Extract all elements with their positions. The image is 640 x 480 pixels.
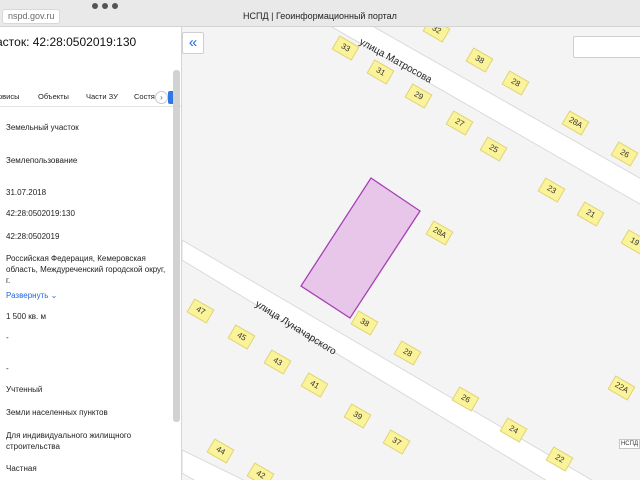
double-chevron-left-icon: « [188,34,198,51]
chevron-down-icon[interactable]: ⌄ [51,291,58,300]
map-search-input[interactable] [573,36,640,58]
map-view[interactable]: улица Матросова улица Луначарского 33 32… [182,27,640,480]
expand-link[interactable]: Развернуть [6,291,48,300]
parcel-title: астoк: 42:28:0502019:130 [0,35,137,49]
field-registration-date: 31.07.2018 [6,188,47,197]
parcel-polygon[interactable] [300,177,421,319]
browser-bar: nspd.gov.ru НСПД | Геоинформационный пор… [0,0,640,27]
window-title: НСПД | Геоинформационный портал [243,11,397,21]
field-permitted-use: Для индивидуального жилищного строительс… [6,431,132,451]
field-object-type: Земельный участок [6,123,79,132]
info-tabs: рвисы Объекты Части ЗУ Состя › [0,89,181,107]
field-ownership: Частная [6,464,37,473]
tab-services[interactable]: рвисы [0,92,20,101]
field-address: Российская Федерация, Кемеровская област… [6,254,166,285]
field-value-empty-2: - [6,364,9,373]
field-status: Учтенный [6,385,43,394]
window-controls [92,0,142,9]
tab-composition[interactable]: Состя [134,92,155,101]
field-cadastral-number: 42:28:0502019:130 [6,209,75,218]
field-cadastral-block: 42:28:0502019 [6,232,60,241]
tab-objects[interactable]: Объекты [38,92,69,101]
expand-row[interactable]: Развернуть ⌄ [6,290,166,301]
corner-tag: НСПД [619,439,640,449]
tab-parts[interactable]: Части ЗУ [86,92,118,101]
field-land-category: Земли населенных пунктов [6,408,108,417]
field-value-empty-1: - [6,333,9,342]
sidebar-scrollbar[interactable] [173,70,180,422]
tabs-scroll-right-icon[interactable]: › [155,91,168,104]
object-info-panel: астoк: 42:28:0502019:130 рвисы Объекты Ч… [0,27,182,480]
collapse-panel-button[interactable]: « [182,32,204,54]
field-land-use: Землепользование [6,156,78,165]
field-area: 1 500 кв. м [6,312,46,321]
